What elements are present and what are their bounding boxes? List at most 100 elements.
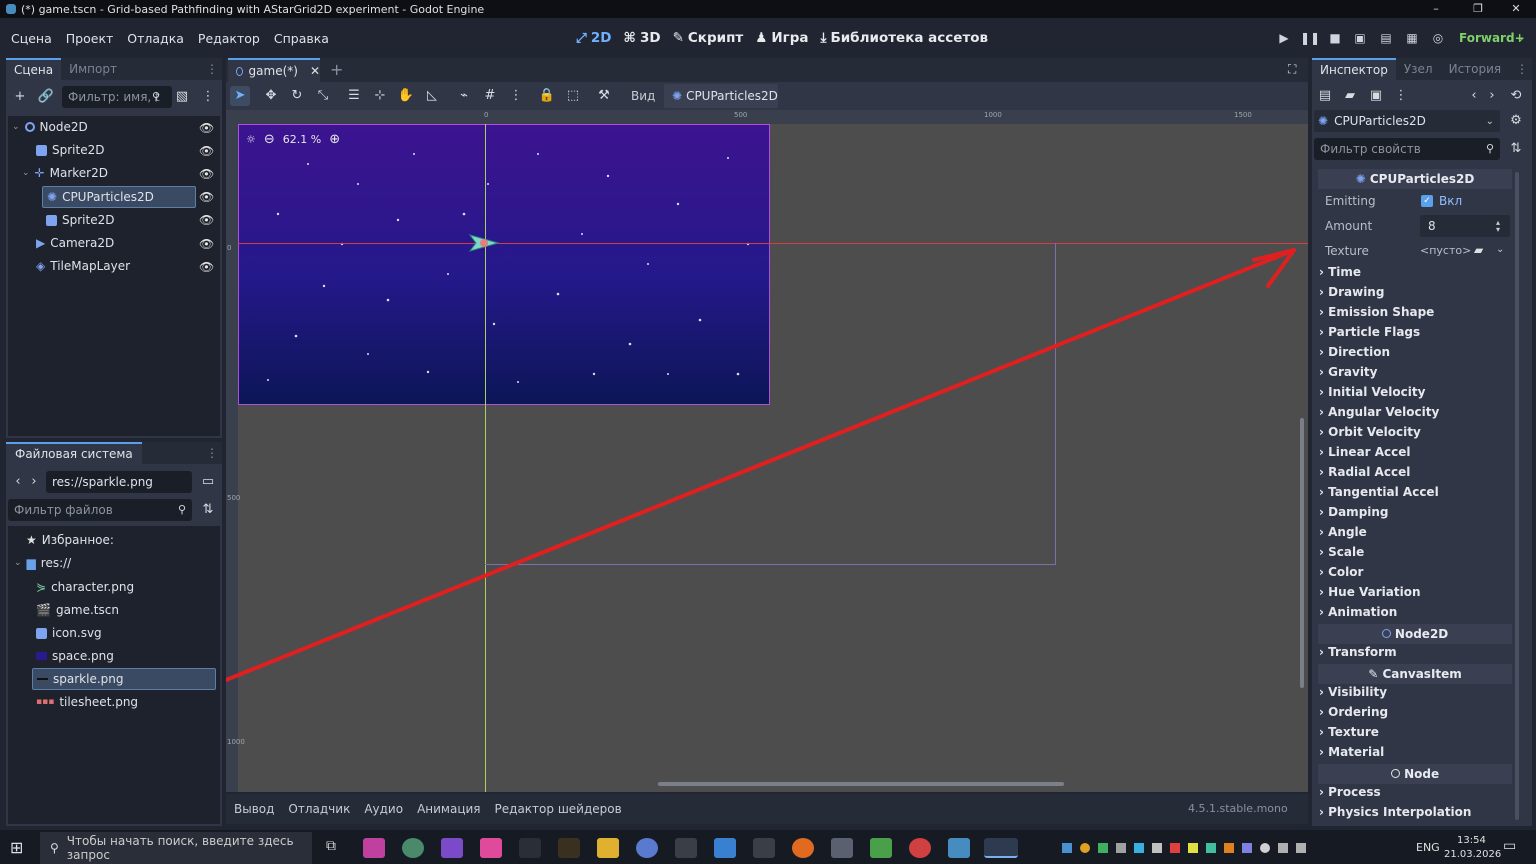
workspace-2d-button[interactable]: ⤢ 2D bbox=[576, 30, 611, 46]
tab-debugger[interactable]: Отладчик bbox=[288, 802, 350, 816]
section-emission-shape[interactable]: › Emission Shape bbox=[1319, 303, 1512, 321]
minimize-button[interactable]: – bbox=[1416, 0, 1456, 18]
firefox-icon[interactable] bbox=[792, 838, 814, 858]
app-icon[interactable] bbox=[753, 838, 775, 858]
section-color[interactable]: › Color bbox=[1319, 563, 1512, 581]
texture-value[interactable]: <пусто> bbox=[1420, 244, 1471, 257]
movie-maker-icon[interactable]: ◎ bbox=[1428, 28, 1448, 48]
file-filter-input[interactable]: Фильтр файлов bbox=[8, 499, 192, 521]
section-tangential-accel[interactable]: › Tangential Accel bbox=[1319, 483, 1512, 501]
godot-icon[interactable] bbox=[948, 838, 970, 858]
section-damping[interactable]: › Damping bbox=[1319, 503, 1512, 521]
bone-icon[interactable]: ⚒ bbox=[594, 86, 614, 106]
maximize-button[interactable]: ❐ bbox=[1458, 0, 1498, 18]
folder-res[interactable]: ⌄ ▆ res:// bbox=[14, 552, 71, 574]
new-resource-icon[interactable]: ▤ bbox=[1315, 86, 1335, 106]
tab-animation[interactable]: Анимация bbox=[417, 802, 480, 816]
tray-icon[interactable] bbox=[1062, 843, 1072, 853]
file-item[interactable]: 🎬 game.tscn bbox=[36, 599, 119, 621]
chevron-down-icon[interactable]: ⌄ bbox=[1496, 244, 1504, 255]
tab-node[interactable]: Узел bbox=[1396, 58, 1441, 80]
tray-icon[interactable] bbox=[1116, 843, 1126, 853]
scale-tool-icon[interactable]: ⤡ bbox=[313, 86, 333, 106]
menu-help[interactable]: Справка bbox=[274, 31, 329, 46]
tab-game-scene[interactable]: game(*) ✕ bbox=[228, 58, 320, 82]
tray-icon[interactable] bbox=[1134, 843, 1144, 853]
view-menu[interactable]: Вид bbox=[631, 89, 655, 103]
attach-script-icon[interactable]: ▧ bbox=[172, 87, 192, 107]
section-physics-interpolation[interactable]: › Physics Interpolation bbox=[1319, 803, 1512, 821]
godot-active-icon[interactable] bbox=[984, 838, 1018, 858]
section-particle-flags[interactable]: › Particle Flags bbox=[1319, 323, 1512, 341]
visibility-eye-icon[interactable]: 👁 bbox=[199, 167, 214, 181]
dock-menu-icon[interactable]: ⋮ bbox=[206, 446, 218, 460]
play-scene-icon[interactable]: ▤ bbox=[1376, 28, 1396, 48]
close-button[interactable]: ✕ bbox=[1496, 0, 1536, 18]
snap-options-icon[interactable]: ⋮ bbox=[506, 86, 526, 106]
back-arrow-icon[interactable]: ‹ bbox=[1464, 86, 1484, 106]
app-icon[interactable] bbox=[831, 838, 853, 858]
stop-icon[interactable]: ■ bbox=[1325, 28, 1345, 48]
section-ordering[interactable]: › Ordering bbox=[1319, 703, 1512, 721]
visibility-eye-icon[interactable]: 👁 bbox=[199, 121, 214, 135]
menu-editor[interactable]: Редактор bbox=[198, 31, 260, 46]
dock-menu-icon[interactable]: ⋮ bbox=[206, 62, 218, 76]
history-icon[interactable]: ⟲ bbox=[1506, 86, 1526, 106]
scene-menu-icon[interactable]: ⋮ bbox=[198, 87, 218, 107]
tray-icon[interactable] bbox=[1188, 843, 1198, 853]
tab-import[interactable]: Импорт bbox=[61, 58, 125, 80]
split-view-icon[interactable]: ▭ bbox=[198, 472, 218, 492]
section-transform[interactable]: › Transform bbox=[1319, 643, 1512, 661]
link-icon[interactable]: 🔗 bbox=[36, 87, 56, 107]
list-select-icon[interactable]: ☰ bbox=[344, 86, 364, 106]
visibility-eye-icon[interactable]: 👁 bbox=[199, 237, 214, 251]
object-selector[interactable]: ✺ CPUParticles2D ⌄ bbox=[1314, 110, 1500, 132]
language-indicator[interactable]: ENG bbox=[1416, 841, 1440, 854]
tab-scene[interactable]: Сцена bbox=[6, 58, 62, 80]
lock-icon[interactable]: 🔒 bbox=[537, 86, 557, 106]
tab-filesystem[interactable]: Файловая система bbox=[6, 442, 142, 464]
file-explorer-icon[interactable] bbox=[597, 838, 619, 858]
group-icon[interactable]: ⬚ bbox=[563, 86, 583, 106]
visibility-eye-icon[interactable]: 👁 bbox=[199, 190, 214, 204]
inspector-scrollbar[interactable] bbox=[1515, 172, 1519, 820]
workspace-3d-button[interactable]: ⌘ 3D bbox=[623, 30, 660, 46]
app-icon[interactable] bbox=[558, 838, 580, 858]
tray-icon[interactable] bbox=[1224, 843, 1234, 853]
move-tool-icon[interactable]: ✥ bbox=[261, 86, 281, 106]
add-node-icon[interactable]: + bbox=[10, 87, 30, 107]
taskbar-search[interactable]: ⚲ Чтобы начать поиск, введите здесь запр… bbox=[40, 832, 312, 864]
section-texture[interactable]: › Texture bbox=[1319, 723, 1512, 741]
menu-project[interactable]: Проект bbox=[66, 31, 114, 46]
save-icon[interactable]: ▣ bbox=[1366, 86, 1386, 106]
forward-arrow-icon[interactable]: › bbox=[24, 472, 44, 492]
workspace-game-button[interactable]: ♟ Игра bbox=[755, 30, 808, 46]
app-icon[interactable] bbox=[714, 838, 736, 858]
file-item[interactable]: icon.svg bbox=[36, 622, 102, 644]
close-tab-icon[interactable]: ✕ bbox=[310, 64, 320, 78]
tree-item-tilemaplayer[interactable]: ◈ TileMapLayer bbox=[36, 255, 130, 277]
settings-icon[interactable] bbox=[675, 838, 697, 858]
app-icon[interactable] bbox=[402, 838, 424, 858]
section-time[interactable]: › Time bbox=[1319, 263, 1512, 281]
node-config-icon[interactable]: ⚙ bbox=[1506, 111, 1526, 131]
tree-item-node2d[interactable]: ⌄ Node2D bbox=[12, 116, 88, 138]
section-initial-velocity[interactable]: › Initial Velocity bbox=[1319, 383, 1512, 401]
rotate-tool-icon[interactable]: ↻ bbox=[287, 86, 307, 106]
sort-icon[interactable]: ⇅ bbox=[198, 500, 218, 520]
play-custom-scene-icon[interactable]: ▦ bbox=[1402, 28, 1422, 48]
clock-time[interactable]: 13:54 bbox=[1457, 835, 1486, 846]
tree-item-marker2d[interactable]: ⌄ ✛ Marker2D bbox=[22, 162, 108, 184]
emitting-checkbox[interactable]: ✓ bbox=[1421, 195, 1433, 207]
menu-debug[interactable]: Отладка bbox=[127, 31, 184, 46]
cpuparticles-menu[interactable]: ✺ CPUParticles2D bbox=[664, 84, 778, 108]
notifications-icon[interactable]: ▭ bbox=[1503, 838, 1516, 854]
forward-arrow-icon[interactable]: › bbox=[1482, 86, 1502, 106]
tab-output[interactable]: Вывод bbox=[234, 802, 274, 816]
pivot-tool-icon[interactable]: ⊹ bbox=[370, 86, 390, 106]
tree-item-sprite2d[interactable]: Sprite2D bbox=[36, 139, 104, 161]
folder-icon[interactable]: ▰ bbox=[1474, 243, 1483, 257]
workspace-script-button[interactable]: ✎ Скрипт bbox=[673, 30, 744, 46]
section-angular-velocity[interactable]: › Angular Velocity bbox=[1319, 403, 1512, 421]
section-radial-accel[interactable]: › Radial Accel bbox=[1319, 463, 1512, 481]
